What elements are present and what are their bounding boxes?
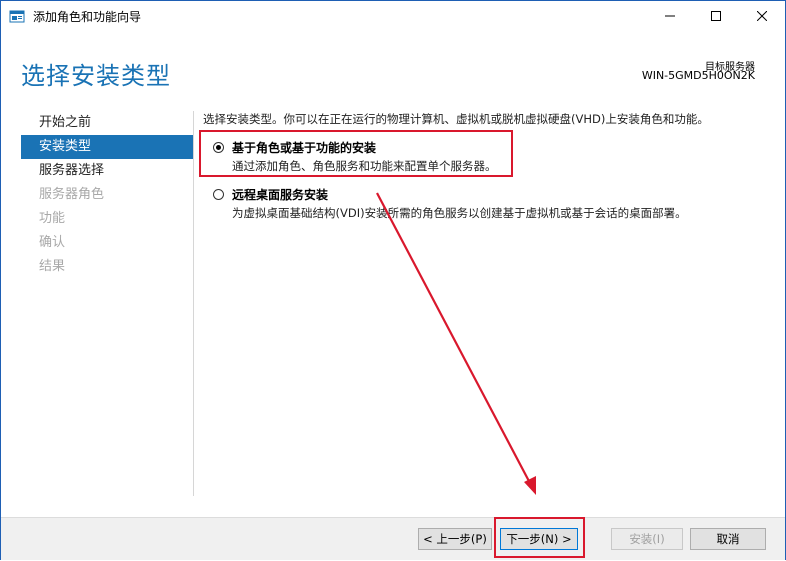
- nav-item-confirmation: 确认: [39, 235, 66, 250]
- wizard-nav: 开始之前 安装类型 服务器选择 服务器角色 功能 确认 结果: [21, 111, 193, 279]
- nav-item-before-you-begin[interactable]: 开始之前: [21, 111, 193, 135]
- install-button: 安装(I): [611, 528, 683, 550]
- intro-text: 选择安装类型。你可以在正在运行的物理计算机、虚拟机或脱机虚拟硬盘(VHD)上安装…: [203, 112, 709, 126]
- maximize-icon: [711, 11, 721, 21]
- annotation-box-option: [199, 130, 513, 177]
- annotation-box-next: [494, 517, 585, 558]
- maximize-button[interactable]: [693, 1, 739, 31]
- cancel-button[interactable]: 取消: [690, 528, 766, 550]
- previous-button[interactable]: < 上一步(P): [418, 528, 492, 550]
- wizard-window: 添加角色和功能向导 选择安装类型 目标服务器 WIN-5GMD5H0ON2K 开…: [0, 0, 786, 560]
- title-bar: 添加角色和功能向导: [1, 1, 785, 31]
- nav-item-installation-type[interactable]: 安装类型: [21, 135, 193, 159]
- nav-item-results: 结果: [39, 259, 66, 274]
- option-remote-desktop-desc: 为虚拟桌面基础结构(VDI)安装所需的角色服务以创建基于虚拟机或基于会话的桌面部…: [232, 206, 687, 220]
- window-title: 添加角色和功能向导: [33, 10, 142, 24]
- minimize-icon: [665, 15, 675, 17]
- nav-item-server-roles: 服务器角色: [39, 187, 105, 202]
- server-manager-icon: [9, 10, 25, 23]
- close-icon: [757, 11, 767, 21]
- option-remote-desktop-title: 远程桌面服务安装: [232, 188, 329, 202]
- nav-divider: [193, 111, 194, 496]
- minimize-button[interactable]: [647, 1, 693, 31]
- nav-item-features: 功能: [39, 211, 66, 226]
- nav-item-server-selection[interactable]: 服务器选择: [21, 159, 193, 183]
- target-server-name: WIN-5GMD5H0ON2K: [641, 69, 755, 82]
- radio-remote-desktop[interactable]: [213, 189, 224, 200]
- close-button[interactable]: [739, 1, 785, 31]
- page-title: 选择安装类型: [21, 62, 171, 90]
